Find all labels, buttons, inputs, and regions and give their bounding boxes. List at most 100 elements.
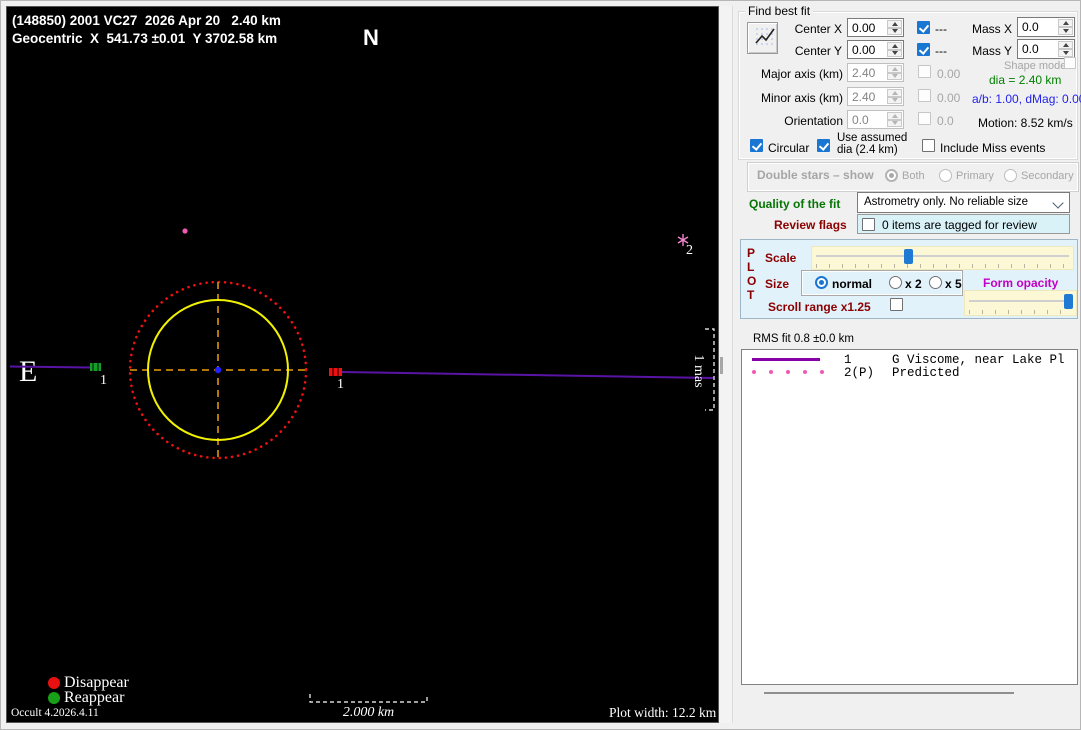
mass-y-label: Mass Y xyxy=(972,44,1012,58)
double-stars-primary-radio[interactable] xyxy=(939,169,952,182)
disappear-marker[interactable] xyxy=(329,368,342,376)
center-y-down-button[interactable] xyxy=(887,49,902,57)
size-x5-radio[interactable] xyxy=(929,276,942,289)
review-flags-label: Review flags xyxy=(774,218,847,232)
major-axis-spinner: 2.40 xyxy=(847,63,904,82)
app-window: (148850) 2001 VC27 2026 Apr 20 2.40 km G… xyxy=(0,0,1081,730)
form-opacity-label: Form opacity xyxy=(983,276,1059,290)
center-dot xyxy=(214,366,222,374)
plot-vertical-scrollbar[interactable] xyxy=(719,6,733,723)
center-y-value: 0.00 xyxy=(852,43,876,57)
observation-name: G Viscome, near Lake Pl xyxy=(892,353,1065,367)
predicted-dot-sample xyxy=(786,370,790,374)
orientation-alt: 0.0 xyxy=(937,114,954,128)
find-best-fit-title: Find best fit xyxy=(745,4,814,18)
mass-x-label: Mass X xyxy=(971,22,1012,36)
predicted-dot-sample xyxy=(752,370,756,374)
observation-id: 2(P) xyxy=(844,366,875,380)
review-flags-checkbox[interactable] xyxy=(862,218,875,231)
scroll-range-checkbox[interactable] xyxy=(890,298,903,311)
mass-y-value: 0.0 xyxy=(1022,42,1039,56)
chord1-left-label: 1 xyxy=(100,373,107,388)
major-axis-value: 2.40 xyxy=(852,66,876,80)
mass-y-spinner[interactable]: 0.0 xyxy=(1017,39,1075,59)
plot-vertical-scrollbar-thumb[interactable] xyxy=(720,357,723,374)
form-opacity-slider[interactable] xyxy=(964,290,1077,316)
scale-bar-label: 2.000 km xyxy=(342,705,395,720)
center-x-down-button[interactable] xyxy=(887,27,902,35)
mass-x-up-button[interactable] xyxy=(1058,19,1073,27)
disappear-legend-dot xyxy=(48,677,60,689)
minor-axis-alt: 0.00 xyxy=(937,91,961,105)
center-y-spinner[interactable]: 0.00 xyxy=(847,40,904,59)
use-assumed-label-line1: Use assumed xyxy=(837,132,908,144)
scale-slider-thumb[interactable] xyxy=(904,249,913,264)
observations-listbox[interactable]: 1 G Viscome, near Lake Pl 2(P) Predicted xyxy=(741,349,1078,685)
use-assumed-label-line2: dia (2.4 km) xyxy=(837,144,898,156)
star2-label: 2 xyxy=(686,243,693,258)
use-assumed-dia-checkbox[interactable] xyxy=(817,139,830,152)
reappear-marker[interactable] xyxy=(90,363,101,371)
minor-axis-label: Minor axis (km) xyxy=(760,91,843,105)
mass-x-spinner[interactable]: 0.0 xyxy=(1017,17,1075,37)
orientation-value: 0.0 xyxy=(852,113,869,127)
bottom-trackbar[interactable] xyxy=(764,692,1014,694)
orientation-label: Orientation xyxy=(784,114,843,128)
rms-fit-text: RMS fit 0.8 ±0.0 km xyxy=(753,333,854,345)
size-x2-radio[interactable] xyxy=(889,276,902,289)
major-axis-checkbox[interactable] xyxy=(918,65,931,78)
minor-axis-checkbox[interactable] xyxy=(918,89,931,102)
chevron-down-icon xyxy=(1052,197,1064,209)
plot-letter-t: T xyxy=(747,288,755,302)
plot-letter-l: L xyxy=(747,260,755,274)
chord1-line-sample xyxy=(752,358,820,361)
ab-dmag-text: a/b: 1.00, dMag: 0.00 xyxy=(972,92,1081,106)
observation-id: 1 xyxy=(844,353,852,367)
review-flags-box: 0 items are tagged for review xyxy=(857,214,1070,234)
review-flags-text: 0 items are tagged for review xyxy=(882,218,1037,232)
plot-letter-o: O xyxy=(747,274,757,288)
dia-text: dia = 2.40 km xyxy=(989,73,1062,87)
mas-bar-label: 1 mas xyxy=(691,354,706,388)
quality-of-fit-value: Astrometry only. No reliable size xyxy=(864,196,1029,208)
size-normal-label: normal xyxy=(832,277,873,291)
center-x-dash: --- xyxy=(935,22,947,36)
best-fit-plot-button[interactable] xyxy=(747,22,778,54)
scale-slider[interactable] xyxy=(811,246,1074,270)
center-x-checkbox[interactable] xyxy=(917,21,930,34)
center-y-up-button[interactable] xyxy=(887,42,902,50)
mass-y-up-button[interactable] xyxy=(1058,41,1073,49)
circular-label: Circular xyxy=(768,141,810,155)
orientation-spinner: 0.0 xyxy=(847,110,904,129)
double-stars-secondary-radio[interactable] xyxy=(1004,169,1017,182)
double-stars-title: Double stars – show xyxy=(757,168,874,182)
center-y-dash: --- xyxy=(935,44,947,58)
center-x-up-button[interactable] xyxy=(887,20,902,28)
mass-y-down-button[interactable] xyxy=(1058,49,1073,57)
shape-model-checkbox[interactable] xyxy=(1064,57,1076,69)
chord1-left-segment xyxy=(9,365,91,369)
predicted-dot-sample xyxy=(769,370,773,374)
mass-x-down-button[interactable] xyxy=(1058,27,1073,35)
circular-checkbox[interactable] xyxy=(750,139,763,152)
center-x-label: Center X xyxy=(794,22,842,36)
chord1-right-label: 1 xyxy=(337,377,344,392)
predicted-dot-sample xyxy=(820,370,824,374)
reappear-legend-dot xyxy=(48,692,60,704)
occultation-plot-area[interactable]: (148850) 2001 VC27 2026 Apr 20 2.40 km G… xyxy=(6,6,719,723)
size-normal-radio[interactable] xyxy=(815,276,828,289)
center-y-checkbox[interactable] xyxy=(917,43,930,56)
center-x-spinner[interactable]: 0.00 xyxy=(847,18,904,37)
include-miss-events-checkbox[interactable] xyxy=(922,139,935,152)
plot-letter-p: P xyxy=(747,246,756,260)
form-opacity-slider-thumb[interactable] xyxy=(1064,294,1073,309)
center-y-label: Center Y xyxy=(794,44,842,58)
orientation-checkbox[interactable] xyxy=(918,112,931,125)
double-stars-both-radio[interactable] xyxy=(885,169,898,182)
scale-bar-bracket xyxy=(309,694,428,703)
double-stars-primary-label: Primary xyxy=(956,170,994,182)
predicted-path-dot xyxy=(182,228,188,234)
quality-of-fit-dropdown[interactable]: Astrometry only. No reliable size xyxy=(857,192,1070,213)
mas-bar-bracket xyxy=(705,328,715,411)
observation-name: Predicted xyxy=(892,366,960,380)
